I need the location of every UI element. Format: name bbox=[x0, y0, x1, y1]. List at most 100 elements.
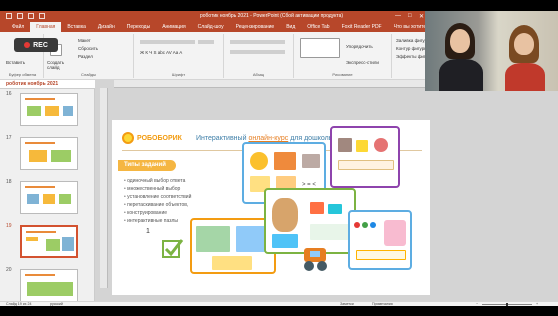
shape-outline-button[interactable]: Контур фигуры bbox=[396, 46, 427, 51]
logo: РОБОБОРИК bbox=[122, 132, 182, 144]
paragraph-group: Абзац bbox=[224, 34, 294, 78]
list-item: интерактивные пазлы bbox=[124, 218, 191, 224]
shapes-gallery[interactable] bbox=[300, 38, 340, 58]
slide-thumbnail-active[interactable] bbox=[20, 225, 78, 258]
thumb-image bbox=[51, 150, 71, 162]
new-slide-button[interactable]: Создать слайд bbox=[47, 60, 71, 70]
logo-text: РОБОБОРИК bbox=[137, 134, 182, 142]
task-card-cake bbox=[348, 210, 412, 270]
answer-slots bbox=[338, 160, 394, 170]
start-icon[interactable] bbox=[39, 13, 45, 19]
tab-design[interactable]: Дизайн bbox=[92, 24, 121, 30]
align-buttons[interactable] bbox=[230, 50, 285, 54]
tab-transitions[interactable]: Переходы bbox=[121, 24, 156, 30]
font-group: Ж К Ч S abc AV Aa A Шрифт bbox=[134, 34, 224, 78]
sun-logo-icon bbox=[122, 132, 134, 144]
slide-canvas[interactable]: РОБОБОРИК Интерактивный онлайн-курс для … bbox=[112, 120, 430, 295]
shape-rect bbox=[328, 204, 342, 214]
face bbox=[450, 29, 470, 53]
object-image bbox=[356, 140, 368, 152]
section-header[interactable]: роботик ноябрь 2021 bbox=[0, 80, 95, 89]
face bbox=[514, 33, 534, 55]
top-letterbox bbox=[0, 0, 558, 11]
torso bbox=[439, 59, 483, 91]
thumb-image bbox=[27, 282, 73, 296]
layout-button[interactable]: Макет bbox=[78, 38, 91, 43]
construct-area bbox=[310, 224, 350, 240]
quick-access-toolbar bbox=[6, 13, 45, 19]
vertical-ruler bbox=[100, 88, 108, 288]
slide-number: 19 bbox=[6, 223, 12, 229]
tab-file[interactable]: Файл bbox=[6, 24, 30, 30]
thumb-image bbox=[29, 150, 47, 162]
section-button[interactable]: Раздел bbox=[78, 54, 93, 59]
thumb-image bbox=[59, 194, 71, 204]
tab-home[interactable]: Главная bbox=[30, 22, 62, 32]
maximize-button[interactable]: □ bbox=[408, 13, 412, 19]
record-dot-icon bbox=[24, 42, 31, 48]
header-prefix: Интерактивный bbox=[196, 135, 249, 142]
paragraph-group-label: Абзац bbox=[252, 72, 265, 77]
cake-image bbox=[384, 220, 406, 246]
house-image bbox=[338, 138, 352, 152]
robot-car-icon bbox=[300, 244, 332, 274]
tab-foxit[interactable]: Foxit Reader PDF bbox=[336, 24, 388, 30]
carrot-image bbox=[274, 152, 296, 170]
slide-thumbnail[interactable] bbox=[20, 181, 78, 214]
answer-slots bbox=[356, 250, 406, 260]
puzzle-pieces bbox=[212, 256, 252, 270]
slide-thumbnails-pane[interactable]: 16 17 18 19 20 bbox=[0, 89, 95, 301]
thumb-image bbox=[27, 194, 39, 204]
save-icon[interactable] bbox=[6, 13, 12, 19]
checkmark-icon bbox=[162, 237, 184, 259]
tab-slideshow[interactable]: Слайд-шоу bbox=[192, 24, 230, 30]
list-item: конструирование bbox=[124, 210, 191, 216]
thumb-header bbox=[26, 231, 56, 233]
thumb-header bbox=[25, 186, 55, 188]
thumb-image bbox=[46, 239, 60, 251]
drawing-group: Упорядочить Экспресс-стили Рисование bbox=[294, 34, 392, 78]
thumb-image bbox=[62, 237, 74, 251]
tab-animation[interactable]: Анимация bbox=[156, 24, 191, 30]
thumb-image bbox=[45, 106, 59, 116]
tab-office-tab[interactable]: Office Tab bbox=[301, 24, 335, 30]
redo-icon[interactable] bbox=[28, 13, 34, 19]
thumb-header bbox=[25, 142, 55, 144]
list-item: перетаскивание объектов, bbox=[124, 202, 191, 208]
tab-review[interactable]: Рецензирование bbox=[230, 24, 281, 30]
puzzle-image bbox=[196, 226, 230, 252]
header-emphasis: онлайн-курс bbox=[248, 135, 289, 142]
presenter-left bbox=[437, 19, 483, 91]
font-format-buttons[interactable]: Ж К Ч S abc AV Aa A bbox=[140, 50, 182, 55]
bottom-letterbox bbox=[0, 306, 558, 316]
slide-thumbnail[interactable] bbox=[20, 269, 78, 301]
dot-option bbox=[362, 222, 368, 228]
font-name-box[interactable] bbox=[140, 40, 195, 44]
slide-thumbnail[interactable] bbox=[20, 137, 78, 170]
font-size-box[interactable] bbox=[198, 40, 214, 44]
recording-badge: REC bbox=[14, 38, 58, 52]
slide-number: 20 bbox=[6, 267, 12, 273]
tab-view[interactable]: Вид bbox=[280, 24, 301, 30]
arrange-button[interactable]: Упорядочить bbox=[346, 44, 373, 49]
object-image bbox=[374, 138, 388, 152]
minimize-button[interactable]: — bbox=[395, 13, 401, 19]
thumb-header bbox=[25, 274, 55, 276]
undo-icon[interactable] bbox=[17, 13, 23, 19]
list-buttons[interactable] bbox=[230, 40, 285, 44]
list-item: множественный выбор bbox=[124, 186, 191, 192]
close-button[interactable]: ✕ bbox=[419, 13, 424, 20]
clipboard-group-label: Буфер обмена bbox=[8, 72, 37, 77]
font-group-label: Шрифт bbox=[171, 72, 186, 77]
slide-number: 17 bbox=[6, 135, 12, 141]
slide-thumbnail[interactable] bbox=[20, 93, 78, 126]
tab-insert[interactable]: Вставка bbox=[61, 24, 92, 30]
paste-button[interactable]: Вставить bbox=[6, 60, 25, 65]
recording-label: REC bbox=[33, 41, 48, 49]
reset-button[interactable]: Сбросить bbox=[78, 46, 98, 51]
slide-number: 16 bbox=[6, 91, 12, 97]
slides-group-label: Слайды bbox=[81, 72, 96, 77]
quick-styles-button[interactable]: Экспресс-стили bbox=[346, 60, 379, 65]
task-types-list: одиночный выбор ответа множественный выб… bbox=[124, 178, 191, 226]
slide-number: 18 bbox=[6, 179, 12, 185]
